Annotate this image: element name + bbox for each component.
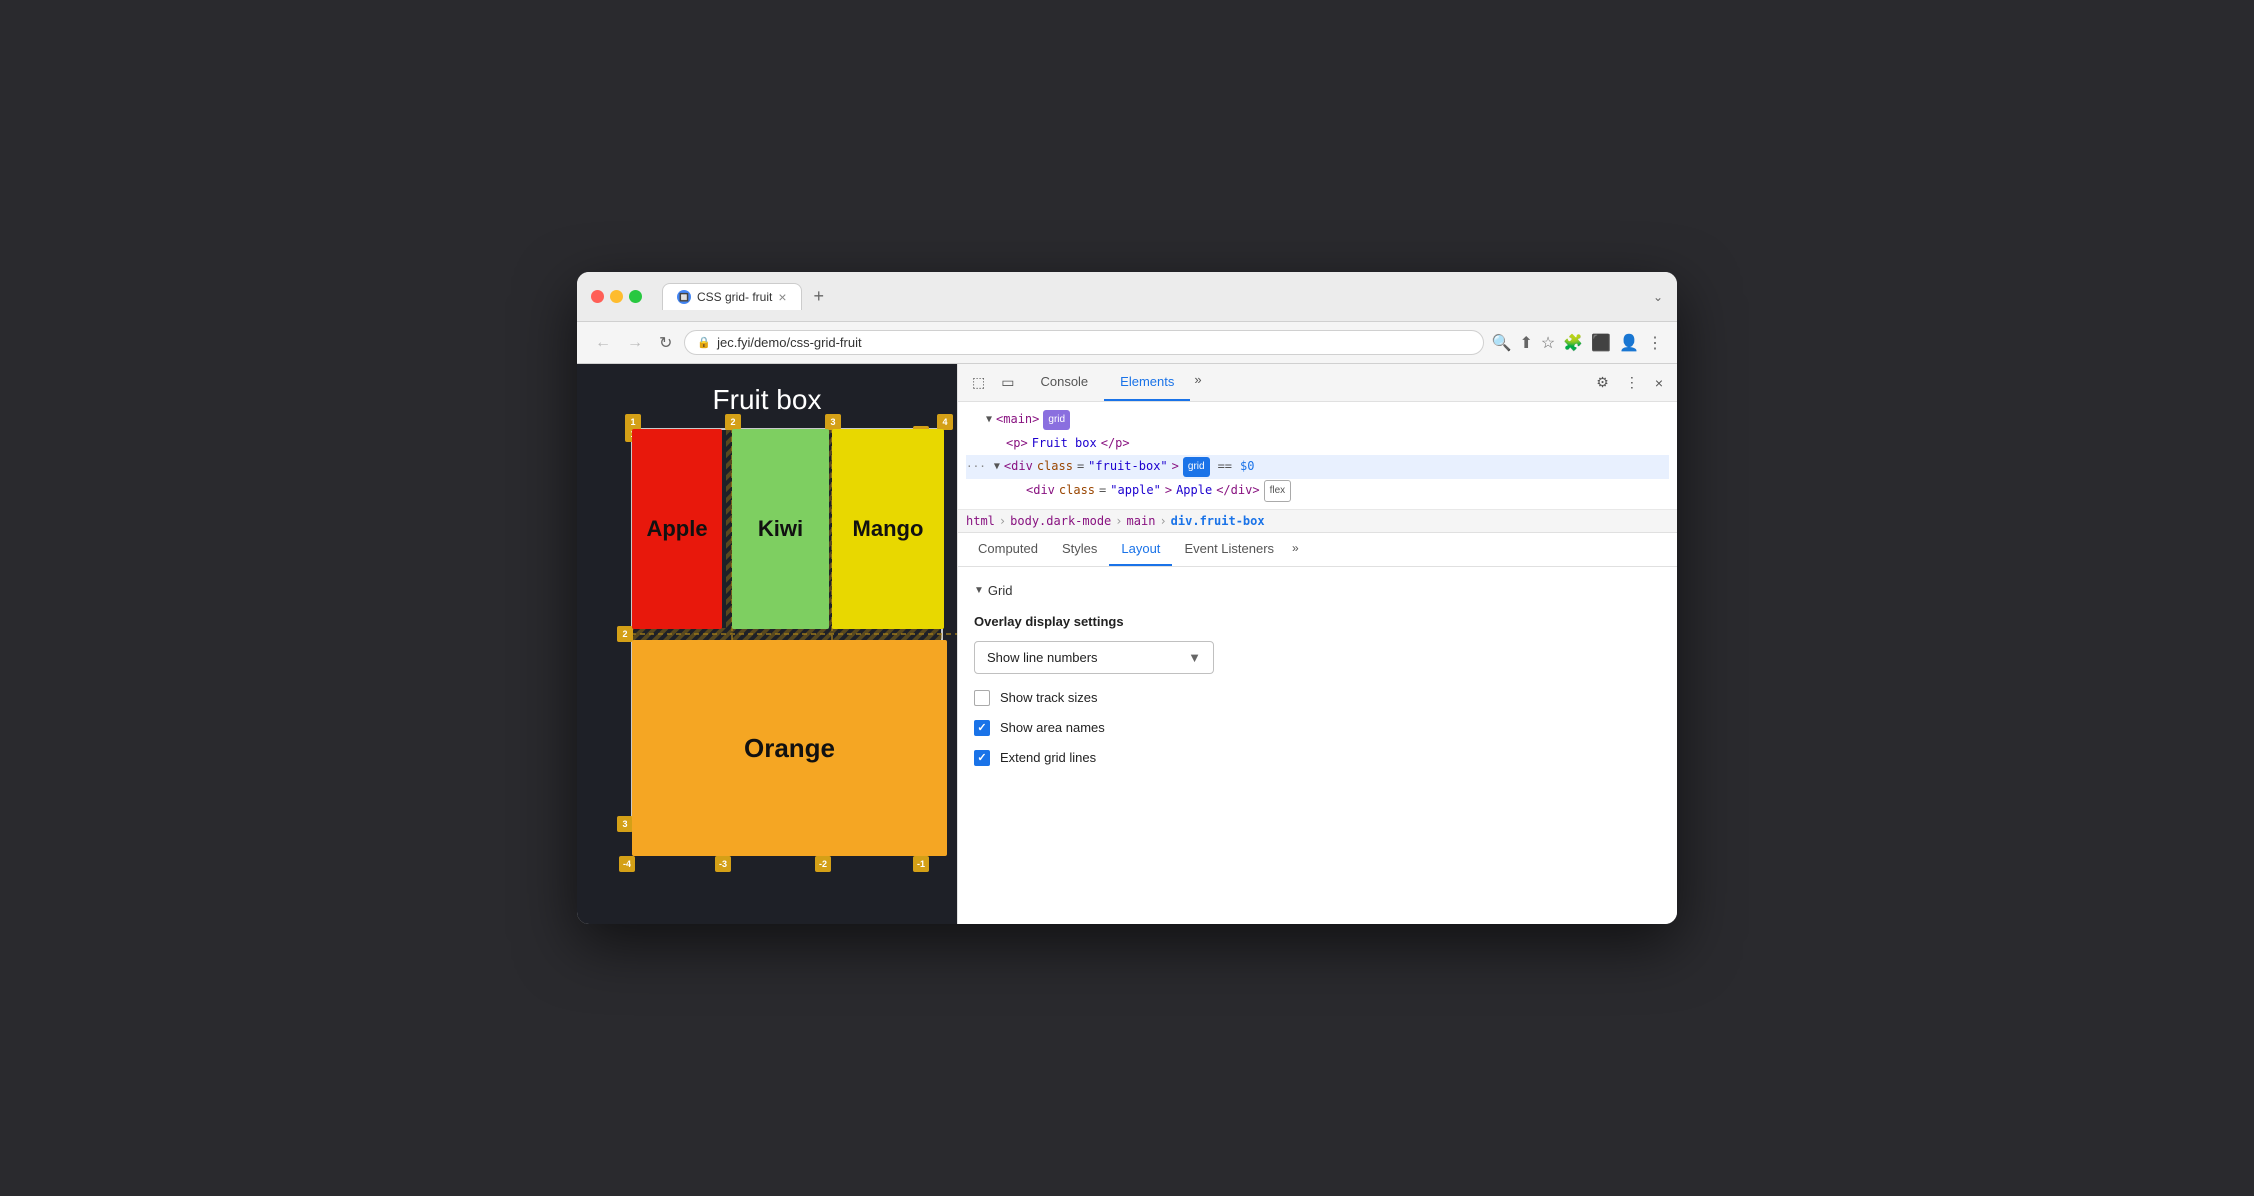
- account-icon[interactable]: 👤: [1619, 333, 1639, 353]
- maximize-button[interactable]: [629, 290, 642, 303]
- reload-button[interactable]: ↻: [655, 331, 676, 355]
- grid-number-left-2: 2: [617, 626, 633, 642]
- address-bar: ← → ↻ 🔒 jec.fyi/demo/css-grid-fruit 🔍 ⬆ …: [577, 322, 1677, 364]
- bookmark-icon[interactable]: ☆: [1541, 333, 1555, 353]
- apple-flex-badge: flex: [1264, 480, 1292, 502]
- address-field[interactable]: 🔒 jec.fyi/demo/css-grid-fruit: [684, 330, 1483, 355]
- tab-bar: 🔲 CSS grid- fruit × + ⌄: [662, 282, 1663, 311]
- toolbar-icons: 🔍 ⬆ ☆ 🧩 ⬛ 👤 ⋮: [1492, 333, 1663, 353]
- devtools-more-icon[interactable]: ⋮: [1619, 366, 1645, 399]
- grid-number-bottom-4: -4: [619, 856, 635, 872]
- fruit-kiwi: Kiwi: [732, 429, 829, 629]
- grid-number-bottom-1: -1: [913, 856, 929, 872]
- dom-tree: ▼ <main> grid <p>Fruit box</p> ··· ▼ <di…: [958, 402, 1677, 510]
- extension-icon[interactable]: 🧩: [1563, 333, 1583, 353]
- fruit-mango: Mango: [832, 429, 944, 629]
- show-area-names-checkbox[interactable]: [974, 720, 990, 736]
- layout-tabs: Computed Styles Layout Event Listeners »: [958, 533, 1677, 567]
- show-area-names-row: Show area names: [974, 720, 1661, 736]
- dropdown-chevron-icon: ▼: [1188, 650, 1201, 665]
- search-icon[interactable]: 🔍: [1492, 333, 1512, 353]
- grid-number-bottom-3: -3: [715, 856, 731, 872]
- minimize-button[interactable]: [610, 290, 623, 303]
- crumb-html[interactable]: html: [966, 514, 995, 528]
- div-grid-badge: grid: [1183, 457, 1210, 477]
- grid-number-bottom-2: -2: [815, 856, 831, 872]
- dom-line-p: <p>Fruit box</p>: [966, 432, 1669, 456]
- section-triangle[interactable]: ▼: [974, 585, 984, 596]
- extend-grid-lines-label: Extend grid lines: [1000, 750, 1096, 765]
- devtools-tabs: Console Elements »: [1024, 364, 1586, 401]
- tab-event-listeners[interactable]: Event Listeners: [1172, 533, 1286, 566]
- fruit-apple: Apple: [632, 429, 722, 629]
- content-area: Fruit box: [577, 364, 1677, 924]
- grid-number-left-3: 3: [617, 816, 633, 832]
- ellipsis-button[interactable]: ···: [966, 457, 986, 477]
- crumb-body[interactable]: body.dark-mode: [1010, 514, 1111, 528]
- show-area-names-label: Show area names: [1000, 720, 1105, 735]
- inspect-icon[interactable]: ⬚: [966, 366, 991, 399]
- traffic-lights: [591, 290, 642, 303]
- crumb-div-fruit-box[interactable]: div.fruit-box: [1171, 514, 1265, 528]
- show-track-sizes-label: Show track sizes: [1000, 690, 1098, 705]
- crumb-main[interactable]: main: [1127, 514, 1156, 528]
- dom-line-div-apple: <div class="apple">Apple</div> flex: [966, 479, 1669, 503]
- active-tab[interactable]: 🔲 CSS grid- fruit ×: [662, 283, 802, 310]
- tab-computed[interactable]: Computed: [966, 533, 1050, 566]
- layout-content: ▼ Grid Overlay display settings Show lin…: [958, 567, 1677, 924]
- show-line-numbers-dropdown[interactable]: Show line numbers ▼: [974, 641, 1214, 674]
- grid-number-top-4: 4: [937, 414, 953, 430]
- more-icon[interactable]: ⋮: [1647, 333, 1663, 353]
- devtools-panel: ⬚ ▭ Console Elements » ⚙ ⋮ ×: [957, 364, 1677, 924]
- tab-favicon: 🔲: [677, 290, 691, 304]
- grid-section-title: ▼ Grid: [974, 583, 1661, 598]
- forward-button[interactable]: →: [623, 332, 647, 354]
- main-grid-badge: grid: [1043, 410, 1070, 430]
- puzzle-icon[interactable]: ⬛: [1591, 333, 1611, 353]
- tab-title: CSS grid- fruit: [697, 290, 772, 304]
- dom-line-main: ▼ <main> grid: [966, 408, 1669, 432]
- breadcrumb: html › body.dark-mode › main › div.fruit…: [958, 510, 1677, 533]
- tabs-chevron[interactable]: ⌄: [1653, 290, 1663, 304]
- main-triangle[interactable]: ▼: [986, 411, 992, 429]
- overlay-label: Overlay display settings: [974, 614, 1661, 629]
- tab-console[interactable]: Console: [1024, 364, 1104, 401]
- devtools-actions: ⚙ ⋮ ×: [1590, 366, 1669, 399]
- grid-number-top-2: 2: [725, 414, 741, 430]
- tab-close-button[interactable]: ×: [778, 290, 786, 304]
- lock-icon: 🔒: [697, 336, 711, 349]
- new-tab-button[interactable]: +: [806, 282, 833, 311]
- tab-layout[interactable]: Layout: [1109, 533, 1172, 566]
- browser-page: Fruit box: [577, 364, 957, 924]
- browser-window: 🔲 CSS grid- fruit × + ⌄ ← → ↻ 🔒 jec.fyi/…: [577, 272, 1677, 924]
- div-triangle[interactable]: ▼: [994, 458, 1000, 476]
- devtools-header: ⬚ ▭ Console Elements » ⚙ ⋮ ×: [958, 364, 1677, 402]
- settings-icon[interactable]: ⚙: [1590, 366, 1615, 399]
- extend-grid-lines-row: Extend grid lines: [974, 750, 1661, 766]
- back-button[interactable]: ←: [591, 332, 615, 354]
- devtools-close-icon[interactable]: ×: [1649, 367, 1669, 399]
- fruit-orange: Orange: [632, 640, 947, 856]
- title-bar: 🔲 CSS grid- fruit × + ⌄: [577, 272, 1677, 322]
- layout-more-tabs[interactable]: »: [1286, 533, 1305, 566]
- devtools-more-tabs[interactable]: »: [1190, 364, 1205, 401]
- dom-line-div-fruit-box[interactable]: ··· ▼ <div class="fruit-box"> grid == $0: [966, 455, 1669, 479]
- url-text: jec.fyi/demo/css-grid-fruit: [717, 335, 1470, 350]
- tab-styles[interactable]: Styles: [1050, 533, 1109, 566]
- show-track-sizes-checkbox[interactable]: [974, 690, 990, 706]
- grid-number-top-3: 3: [825, 414, 841, 430]
- extend-grid-lines-checkbox[interactable]: [974, 750, 990, 766]
- close-button[interactable]: [591, 290, 604, 303]
- share-icon[interactable]: ⬆: [1519, 333, 1532, 353]
- device-icon[interactable]: ▭: [995, 366, 1020, 399]
- show-track-sizes-row: Show track sizes: [974, 690, 1661, 706]
- tab-elements[interactable]: Elements: [1104, 364, 1190, 401]
